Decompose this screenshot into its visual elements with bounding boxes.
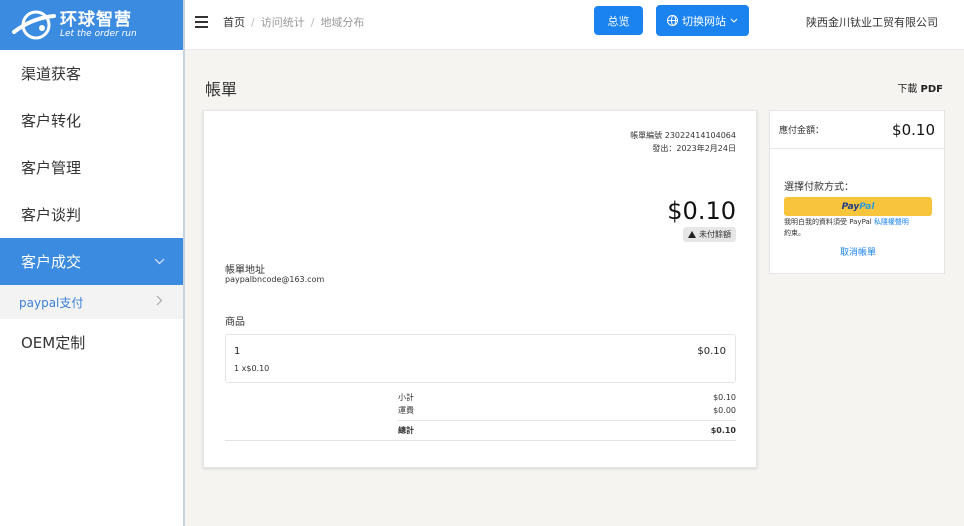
divider [225, 440, 736, 441]
invoice-amount: $0.10 [667, 197, 736, 225]
amount-due-label: 應付金額： [779, 126, 825, 136]
privacy-link[interactable]: 私隱權聲明 [874, 218, 909, 226]
status-label: 未付餘額 [699, 230, 731, 239]
invoice-issued-date: 發出：2023年2月24日 [652, 144, 736, 153]
logo-subtitle: Let the order run [60, 28, 137, 39]
breadcrumb-home[interactable]: 首页 [223, 16, 245, 29]
paypal-terms: 我明白我的資料須受 PayPal 私隱權聲明約束。 [784, 217, 934, 239]
breadcrumb-region: 地域分布 [320, 16, 365, 29]
total-row: 總計 $0.10 [398, 424, 736, 437]
item-name: 1 [234, 346, 241, 357]
billing-email: paypalbncode@163.com [225, 275, 325, 284]
chevron-right-icon [156, 295, 163, 309]
globe-icon [667, 15, 678, 26]
download-prefix: 下載 [897, 84, 918, 95]
invoice-card: 帳單編號 23022414104064 發出：2023年2月24日 $0.10 … [203, 110, 757, 468]
paypal-logo-part2: Pal [859, 201, 875, 212]
logo[interactable]: 环球智营 Let the order run [0, 0, 183, 50]
sidebar-item-label: 客户成交 [21, 253, 82, 271]
switch-site-label: 切换网站 [682, 14, 726, 28]
sidebar-item-negotiation[interactable]: 客户谈判 [0, 191, 183, 238]
item-quantity: 1 x$0.10 [234, 364, 270, 373]
invoice-number: 帳單編號 23022414104064 [630, 131, 736, 140]
shipping-label: 運費 [398, 406, 414, 415]
page-title: 帳單 [205, 80, 238, 99]
payment-panel: 應付金額： $0.10 選擇付款方式： Pay Pal 我明白我的資料須受 Pay… [769, 110, 945, 274]
payment-method-label: 選擇付款方式： [784, 182, 854, 193]
shipping-row: 運費 $0.00 [398, 404, 736, 417]
company-name: 陕西金川钛业工贸有限公司 [806, 16, 938, 29]
item-price: $0.10 [697, 346, 726, 357]
breadcrumb-stats[interactable]: 访问统计 [261, 16, 305, 29]
subtotal-label: 小計 [398, 393, 414, 402]
chevron-down-icon [730, 18, 738, 23]
download-format: PDF [920, 84, 943, 95]
divider [398, 420, 736, 421]
subtotal-value: $0.10 [713, 393, 736, 402]
total-label: 總計 [398, 426, 414, 435]
goods-label: 商品 [225, 317, 245, 328]
sidebar-item-label: 客户转化 [21, 112, 82, 130]
sidebar-subitem-paypal[interactable]: paypal支付 [0, 285, 183, 319]
sidebar-item-label: OEM定制 [21, 334, 86, 352]
total-value: $0.10 [710, 426, 736, 435]
breadcrumb: 首页 / 访问统计 / 地域分布 [223, 16, 365, 29]
sidebar-item-management[interactable]: 客户管理 [0, 144, 183, 191]
warning-icon [688, 231, 696, 238]
sidebar-item-label: 客户谈判 [21, 206, 82, 224]
menu-toggle-icon[interactable] [195, 16, 208, 28]
sidebar-subitem-label: paypal支付 [19, 295, 84, 310]
terms-tail: 約束。 [784, 229, 805, 237]
overview-button[interactable]: 总览 [594, 6, 643, 35]
chevron-down-icon [154, 255, 165, 268]
billing-address-label: 帳單地址 [225, 265, 265, 276]
globe-logo-icon [12, 8, 56, 42]
paypal-logo-part1: Pay [841, 201, 860, 212]
sidebar-item-channel[interactable]: 渠道获客 [0, 50, 183, 97]
sidebar-item-deal[interactable]: 客户成交 [0, 238, 183, 285]
line-item: 1 $0.10 1 x$0.10 [225, 334, 736, 383]
switch-site-button[interactable]: 切换网站 [656, 5, 749, 36]
status-badge: 未付餘額 [683, 227, 736, 242]
totals-section: 小計 $0.10 運費 $0.00 總計 $0.10 [225, 391, 736, 444]
amount-due-value: $0.10 [892, 120, 935, 139]
sidebar-item-label: 渠道获客 [21, 65, 82, 83]
shipping-value: $0.00 [713, 406, 736, 415]
download-pdf-link[interactable]: 下載 PDF [897, 80, 943, 95]
sidebar: 环球智营 Let the order run 渠道获客 客户转化 客户管理 客户… [0, 0, 185, 526]
logo-title: 环球智营 [60, 9, 132, 30]
cancel-invoice-link[interactable]: 取消帳單 [770, 245, 946, 258]
sidebar-item-label: 客户管理 [21, 159, 82, 177]
terms-text: 我明白我的資料須受 PayPal [784, 218, 874, 226]
paypal-button[interactable]: Pay Pal [784, 197, 932, 216]
subtotal-row: 小計 $0.10 [398, 391, 736, 404]
top-header: 首页 / 访问统计 / 地域分布 总览 切换网站 陕西金川钛业工贸有限公司 [185, 0, 964, 50]
sidebar-item-conversion[interactable]: 客户转化 [0, 97, 183, 144]
sidebar-item-oem[interactable]: OEM定制 [0, 319, 183, 366]
